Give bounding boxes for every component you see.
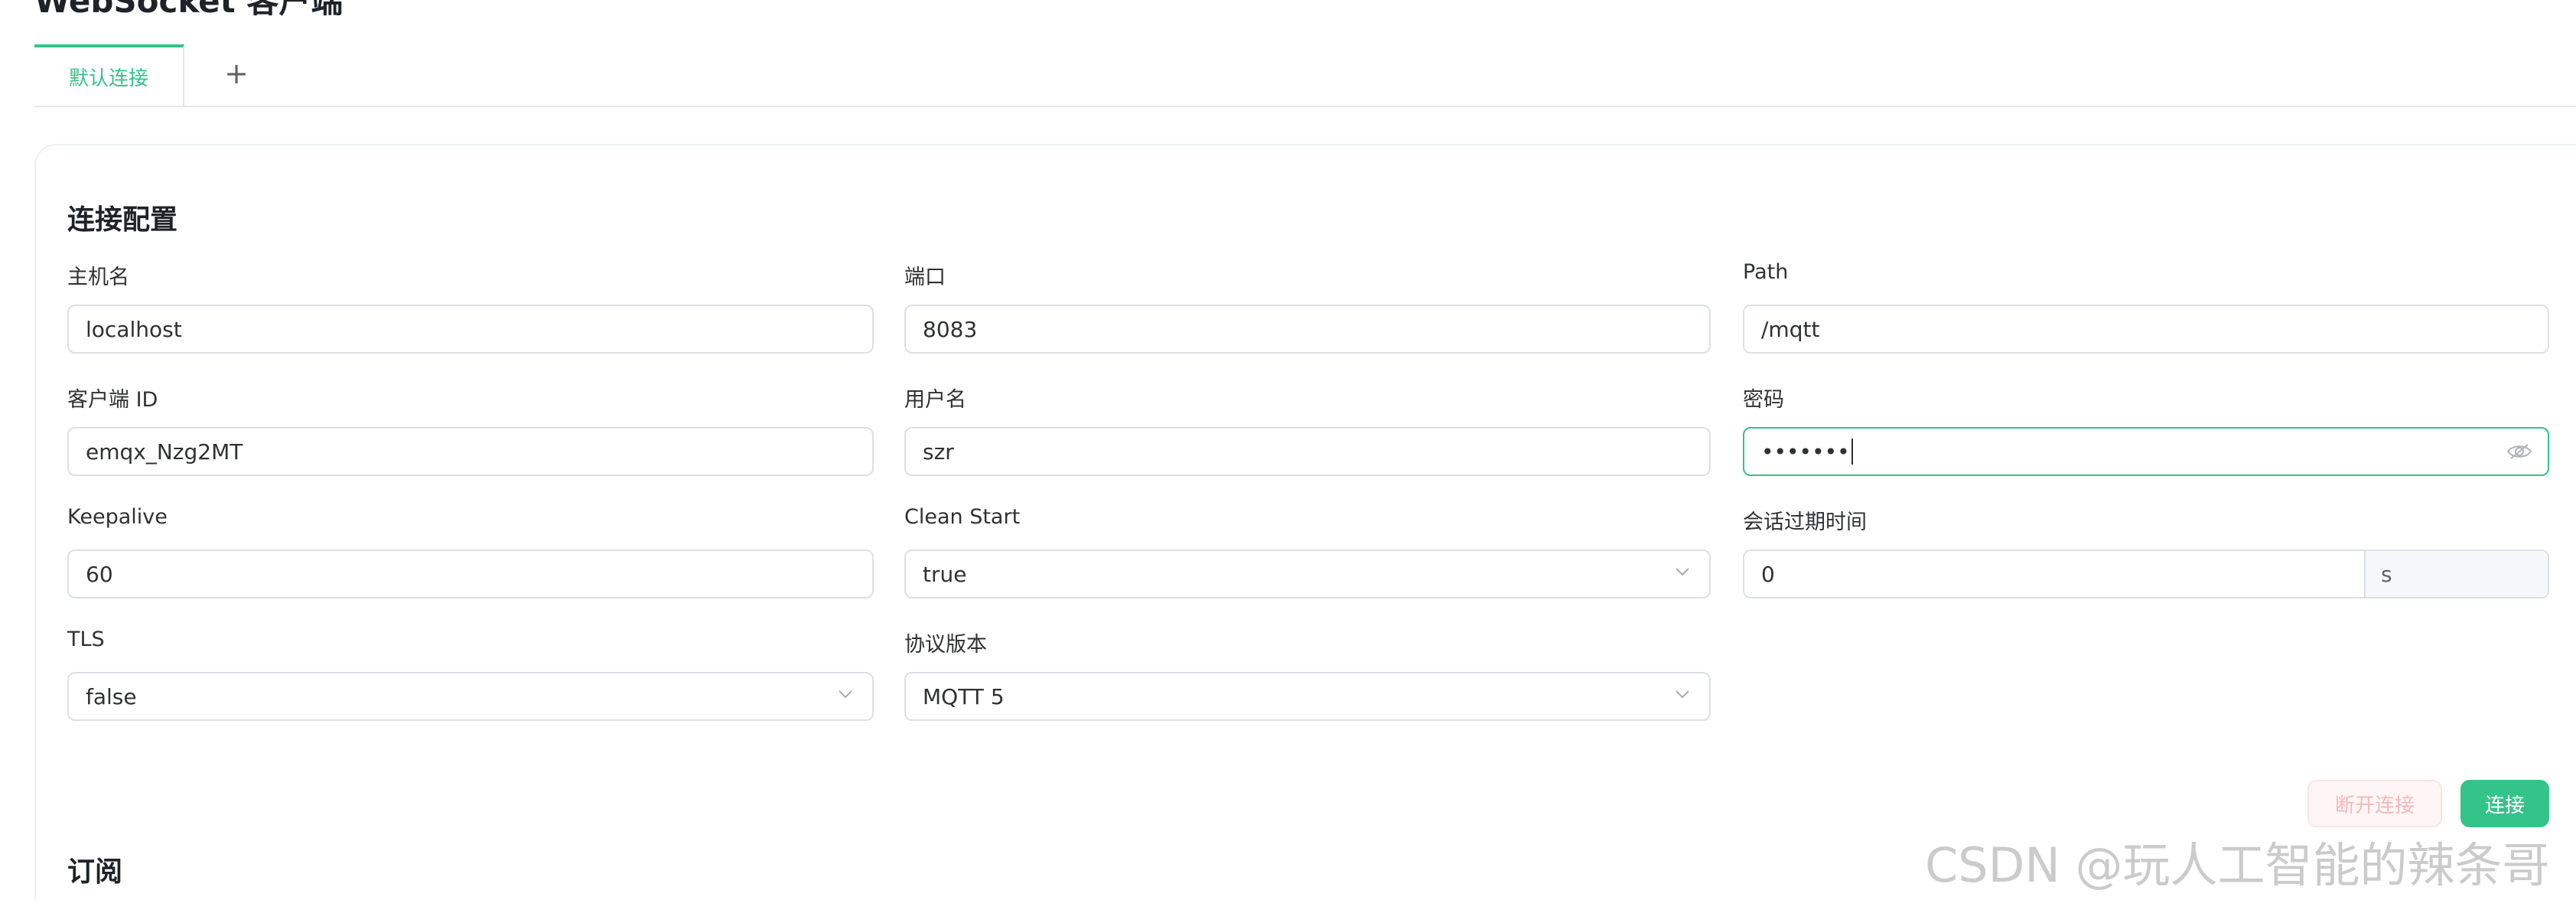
host-value: localhost: [86, 316, 182, 342]
session-expiry-label: 会话过期时间: [1743, 510, 1867, 534]
tls-label: TLS: [67, 628, 105, 651]
csdn-watermark: CSDN @玩人工智能的辣条哥: [1925, 837, 2550, 893]
path-input[interactable]: /mqtt: [1743, 305, 2549, 354]
username-label: 用户名: [904, 388, 966, 412]
add-tab-button[interactable]: +: [212, 49, 261, 98]
password-label: 密码: [1743, 388, 1784, 412]
client-id-input[interactable]: emqx_Nzg2MT: [67, 427, 874, 476]
text-caret: [1851, 439, 1853, 465]
protocol-version-value: MQTT 5: [923, 683, 1005, 709]
tls-value: false: [86, 683, 137, 709]
session-expiry-input[interactable]: 0 s: [1743, 549, 2549, 598]
page-title: WebSocket 客户端: [34, 0, 344, 20]
session-expiry-value: 0: [1761, 561, 1775, 587]
tls-select[interactable]: false: [67, 672, 874, 721]
protocol-version-label: 协议版本: [904, 633, 987, 657]
path-value: /mqtt: [1761, 316, 1820, 342]
plus-icon: +: [224, 57, 249, 90]
keepalive-input[interactable]: 60: [67, 549, 874, 598]
clean-start-select[interactable]: true: [904, 549, 1711, 598]
clean-start-value: true: [923, 561, 967, 587]
section-title-connection-config: 连接配置: [67, 204, 178, 236]
password-value: •••••••: [1761, 439, 1850, 465]
password-input[interactable]: •••••••: [1743, 427, 2549, 476]
port-value: 8083: [923, 316, 978, 342]
disconnect-button[interactable]: 断开连接: [2307, 780, 2442, 827]
host-label: 主机名: [67, 266, 129, 289]
chevron-down-icon: [839, 690, 852, 699]
connection-config-card: [34, 144, 2576, 900]
host-input[interactable]: localhost: [67, 305, 874, 354]
keepalive-value: 60: [86, 561, 113, 587]
username-input[interactable]: szr: [904, 427, 1711, 476]
port-label: 端口: [904, 266, 946, 289]
tab-default-connection[interactable]: 默认连接: [34, 44, 184, 106]
chevron-down-icon: [1676, 690, 1689, 699]
port-input[interactable]: 8083: [904, 305, 1711, 354]
section-title-subscribe: 订阅: [67, 856, 123, 888]
keepalive-label: Keepalive: [67, 505, 168, 529]
client-id-label: 客户端 ID: [67, 388, 158, 412]
eye-icon[interactable]: [2506, 443, 2532, 460]
path-label: Path: [1743, 260, 1789, 284]
connection-tabs: 默认连接 +: [34, 44, 2576, 107]
clean-start-label: Clean Start: [904, 505, 1021, 529]
chevron-down-icon: [1676, 568, 1689, 576]
session-expiry-unit: s: [2364, 551, 2548, 597]
page-root: WebSocket 客户端 默认连接 + 连接配置 主机名 localhost …: [0, 0, 2576, 900]
connect-button[interactable]: 连接: [2460, 780, 2549, 827]
protocol-version-select[interactable]: MQTT 5: [904, 672, 1711, 721]
username-value: szr: [923, 439, 954, 465]
client-id-value: emqx_Nzg2MT: [86, 439, 243, 465]
